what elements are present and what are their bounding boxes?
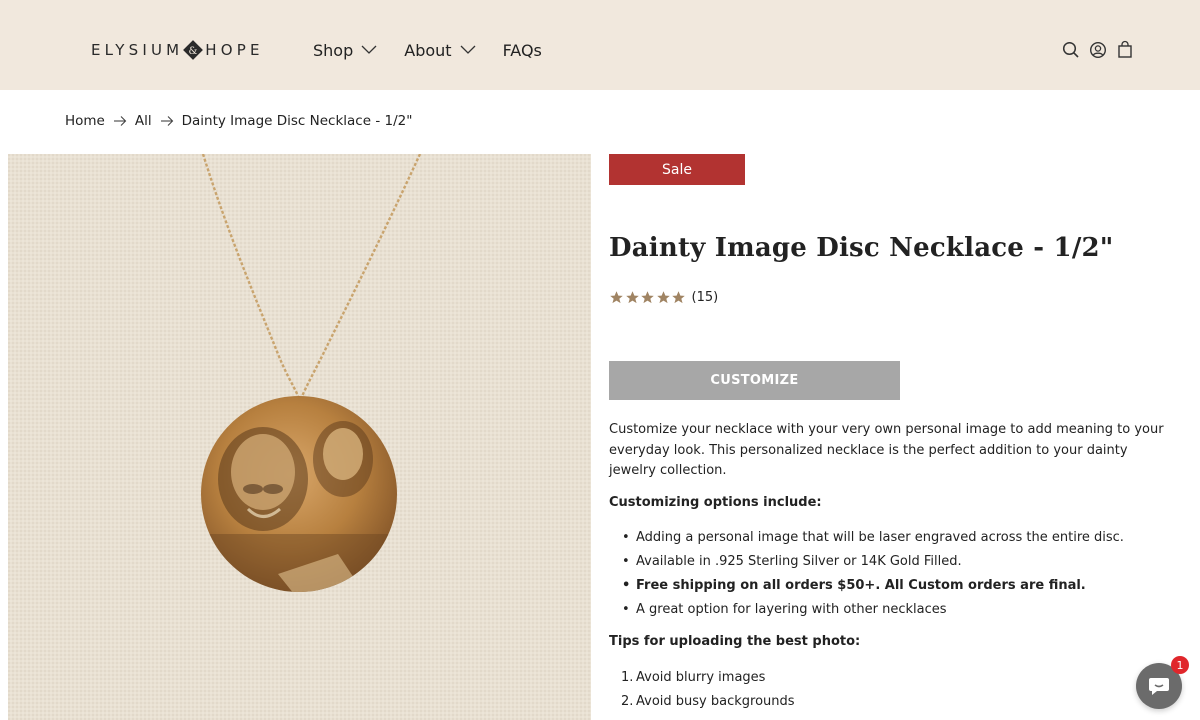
product-image[interactable] xyxy=(8,154,591,720)
notification-badge: 1 xyxy=(1171,656,1189,674)
nav-item-label: Shop xyxy=(313,40,354,60)
nav-item-shop[interactable]: Shop xyxy=(313,41,377,60)
tip-number: 2. xyxy=(621,694,634,709)
star-icon xyxy=(610,291,623,304)
product-description: Customize your necklace with your very o… xyxy=(609,422,1164,478)
star-icon xyxy=(672,291,685,304)
arrow-right-icon xyxy=(160,116,173,126)
nav-item-about[interactable]: About xyxy=(404,40,476,60)
product-rating[interactable]: (15) xyxy=(609,290,718,305)
options-list: • Adding a personal image that will be la… xyxy=(609,528,1124,624)
logo-text-right: HOPE xyxy=(205,41,264,59)
sale-badge: Sale xyxy=(609,154,745,185)
chevron-down-icon xyxy=(361,45,377,54)
nav-item-label: About xyxy=(404,40,452,60)
breadcrumb-current: Dainty Image Disc Necklace - 1/2" xyxy=(181,113,413,129)
chat-bubble-icon xyxy=(1149,678,1169,695)
list-item: 2. Avoid busy backgrounds xyxy=(609,692,795,716)
ampersand-diamond-icon: & xyxy=(183,40,204,60)
option-text: Adding a personal image that will be las… xyxy=(636,530,1124,545)
tips-heading: Tips for uploading the best photo: xyxy=(609,634,861,649)
breadcrumb: Home All Dainty Image Disc Necklace - 1/… xyxy=(65,113,412,129)
chevron-down-icon xyxy=(460,45,476,54)
logo-text-left: ELYSIUM xyxy=(91,41,184,59)
arrow-right-icon xyxy=(113,116,127,126)
star-icon xyxy=(641,291,654,304)
list-item: • A great option for layering with other … xyxy=(609,600,1124,624)
star-icon xyxy=(625,291,639,304)
search-icon[interactable] xyxy=(1062,40,1080,60)
necklace-photo xyxy=(8,154,591,720)
account-icon[interactable] xyxy=(1089,40,1107,60)
breadcrumb-all[interactable]: All xyxy=(135,113,152,129)
options-heading: Customizing options include: xyxy=(609,495,822,510)
option-text: Free shipping on all orders $50+. All Cu… xyxy=(636,578,1086,593)
tip-number: 1. xyxy=(621,670,634,685)
svg-text:&: & xyxy=(189,46,198,57)
header-icons xyxy=(1062,40,1134,60)
option-text: A great option for layering with other n… xyxy=(636,602,947,617)
cart-icon[interactable] xyxy=(1116,40,1134,60)
review-count: (15) xyxy=(691,290,719,305)
customize-button[interactable]: CUSTOMIZE xyxy=(609,361,900,400)
list-item: • Free shipping on all orders $50+. All C… xyxy=(609,576,1124,600)
brand-logo[interactable]: ELYSIUM & HOPE xyxy=(91,38,264,62)
star-icon xyxy=(656,291,670,304)
breadcrumb-home[interactable]: Home xyxy=(65,113,105,129)
list-item: 1. Avoid blurry images xyxy=(609,668,795,692)
tip-text: Avoid busy backgrounds xyxy=(636,694,795,709)
tips-list: 1. Avoid blurry images 2. Avoid busy backg… xyxy=(609,668,795,716)
site-header: ELYSIUM & HOPE Shop About FAQs xyxy=(0,0,1200,90)
main-nav: Shop About FAQs xyxy=(313,37,569,63)
option-text: Available in .925 Sterling Silver or 14K… xyxy=(636,554,962,569)
tip-text: Avoid blurry images xyxy=(636,670,766,685)
nav-item-label: FAQs xyxy=(502,40,542,60)
list-item: • Available in .925 Sterling Silver or 14… xyxy=(609,552,1124,576)
product-title: Dainty Image Disc Necklace - 1/2" xyxy=(609,233,1114,263)
list-item: • Adding a personal image that will be la… xyxy=(609,528,1124,552)
nav-item-faqs[interactable]: FAQs xyxy=(503,41,542,60)
